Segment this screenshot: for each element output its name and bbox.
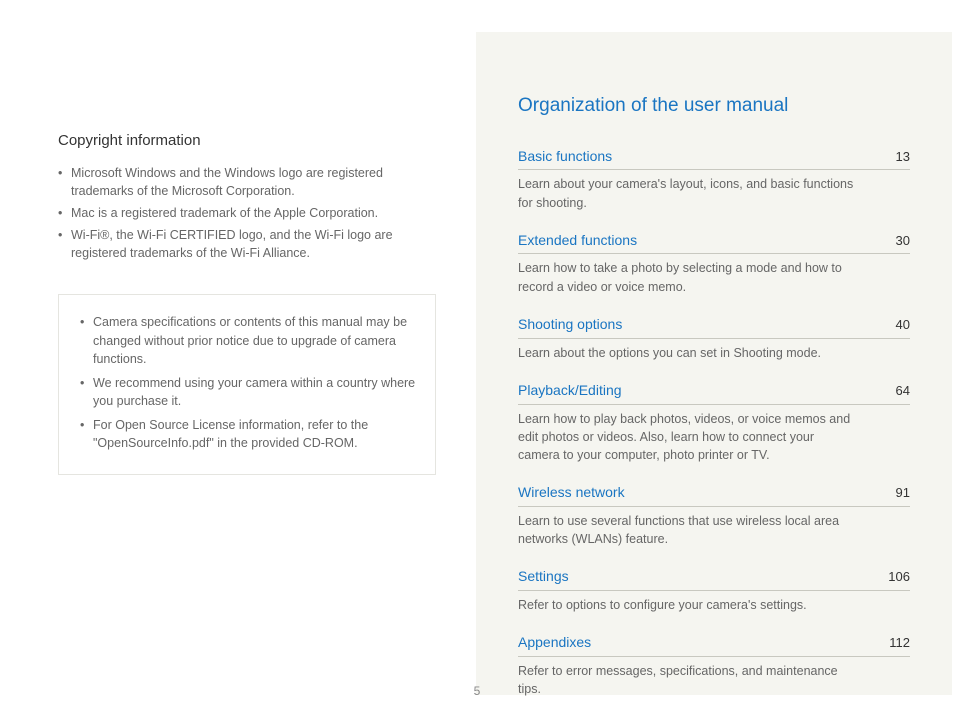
toc-head: Shooting options 40: [518, 314, 910, 339]
list-item: Camera specifications or contents of thi…: [75, 313, 419, 367]
right-column: Organization of the user manual Basic fu…: [476, 32, 952, 695]
toc-head: Basic functions 13: [518, 146, 910, 171]
toc-page: 106: [888, 568, 910, 587]
toc-entry-basic-functions: Basic functions 13 Learn about your came…: [518, 146, 910, 212]
toc-page: 13: [896, 148, 910, 167]
page-number: 5: [0, 683, 954, 700]
toc-title: Wireless network: [518, 482, 625, 502]
toc-entry-playback-editing: Playback/Editing 64 Learn how to play ba…: [518, 380, 910, 464]
toc-entry-wireless-network: Wireless network 91 Learn to use several…: [518, 482, 910, 548]
copyright-heading: Copyright information: [58, 130, 436, 152]
toc-head: Settings 106: [518, 566, 910, 591]
toc-title: Appendixes: [518, 632, 591, 652]
toc-title: Basic functions: [518, 146, 612, 166]
list-item: Wi-Fi®, the Wi-Fi CERTIFIED logo, and th…: [58, 226, 436, 262]
copyright-bullets: Microsoft Windows and the Windows logo a…: [58, 164, 436, 263]
toc-page: 64: [896, 382, 910, 401]
toc-page: 91: [896, 484, 910, 503]
toc-title: Playback/Editing: [518, 380, 622, 400]
list-item: For Open Source License information, ref…: [75, 416, 419, 452]
toc-page: 112: [889, 634, 910, 653]
organization-heading: Organization of the user manual: [518, 92, 910, 120]
toc-desc: Learn how to take a photo by selecting a…: [518, 259, 858, 295]
toc-head: Appendixes 112: [518, 632, 910, 657]
toc-desc: Learn how to play back photos, videos, o…: [518, 410, 858, 464]
toc-page: 40: [896, 316, 910, 335]
toc-desc: Refer to options to configure your camer…: [518, 596, 858, 614]
toc-entry-extended-functions: Extended functions 30 Learn how to take …: [518, 230, 910, 296]
toc-title: Extended functions: [518, 230, 637, 250]
list-item: We recommend using your camera within a …: [75, 374, 419, 410]
toc-title: Shooting options: [518, 314, 622, 334]
toc-entry-shooting-options: Shooting options 40 Learn about the opti…: [518, 314, 910, 362]
note-box: Camera specifications or contents of thi…: [58, 294, 436, 475]
toc-head: Playback/Editing 64: [518, 380, 910, 405]
toc-entry-settings: Settings 106 Refer to options to configu…: [518, 566, 910, 614]
left-column: Copyright information Microsoft Windows …: [0, 0, 476, 720]
toc-desc: Learn about the options you can set in S…: [518, 344, 858, 362]
toc-page: 30: [896, 232, 910, 251]
list-item: Microsoft Windows and the Windows logo a…: [58, 164, 436, 200]
toc-head: Wireless network 91: [518, 482, 910, 507]
toc-title: Settings: [518, 566, 569, 586]
toc-desc: Learn about your camera's layout, icons,…: [518, 175, 858, 211]
note-bullets: Camera specifications or contents of thi…: [75, 313, 419, 452]
toc-desc: Learn to use several functions that use …: [518, 512, 858, 548]
manual-page: Copyright information Microsoft Windows …: [0, 0, 954, 720]
list-item: Mac is a registered trademark of the App…: [58, 204, 436, 222]
toc-head: Extended functions 30: [518, 230, 910, 255]
